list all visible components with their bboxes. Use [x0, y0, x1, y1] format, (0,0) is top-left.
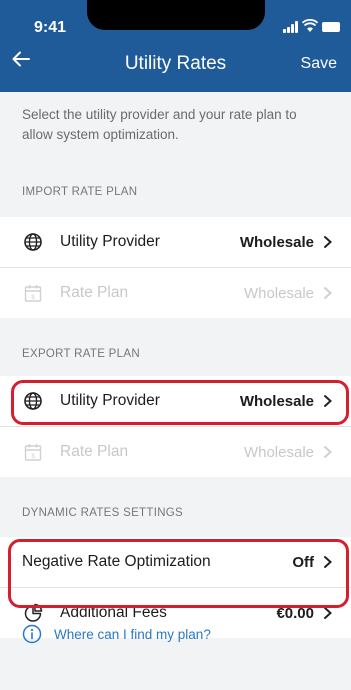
- chevron-right-icon: [324, 607, 332, 619]
- page-title: Utility Rates: [124, 53, 227, 74]
- import-rate-plan-row[interactable]: $ Rate Plan Wholesale: [0, 268, 351, 318]
- import-plan-value: Wholesale: [243, 284, 314, 302]
- help-link[interactable]: Where can I find my plan?: [22, 624, 211, 644]
- app-header: 9:41 Utility Rates Save: [0, 0, 351, 92]
- cellular-signal-icon: [283, 21, 299, 33]
- svg-text:$: $: [31, 454, 35, 460]
- wifi-icon: [302, 19, 318, 32]
- import-provider-label: Utility Provider: [60, 233, 160, 250]
- device-notch: [87, 0, 265, 30]
- chevron-right-icon: [324, 236, 332, 248]
- status-time: 9:41: [34, 19, 67, 36]
- import-utility-provider-row[interactable]: Utility Provider Wholesale: [0, 217, 351, 267]
- calendar-dollar-icon: $: [24, 444, 42, 461]
- svg-text:$: $: [31, 295, 35, 301]
- calendar-dollar-icon: $: [24, 285, 42, 302]
- export-plan-value: Wholesale: [243, 443, 314, 461]
- save-button[interactable]: Save: [301, 55, 337, 73]
- help-link-text: Where can I find my plan?: [54, 626, 211, 642]
- import-provider-value: Wholesale: [239, 233, 314, 251]
- description-text: Select the utility provider and your rat…: [22, 107, 297, 142]
- battery-icon: [322, 22, 340, 32]
- import-plan-label: Rate Plan: [60, 284, 129, 301]
- highlight-dynamic-settings: [8, 539, 349, 608]
- section-heading-export: EXPORT RATE PLAN: [22, 348, 140, 360]
- chevron-right-icon: [324, 287, 332, 299]
- info-icon: [22, 624, 42, 644]
- export-plan-label: Rate Plan: [60, 443, 129, 460]
- section-heading-dynamic: DYNAMIC RATES SETTINGS: [22, 507, 184, 519]
- globe-icon: [24, 233, 42, 251]
- chevron-right-icon: [324, 446, 332, 458]
- highlight-export-provider: [11, 380, 349, 425]
- section-heading-import: IMPORT RATE PLAN: [22, 186, 138, 198]
- export-rate-plan-row[interactable]: $ Rate Plan Wholesale: [0, 427, 351, 477]
